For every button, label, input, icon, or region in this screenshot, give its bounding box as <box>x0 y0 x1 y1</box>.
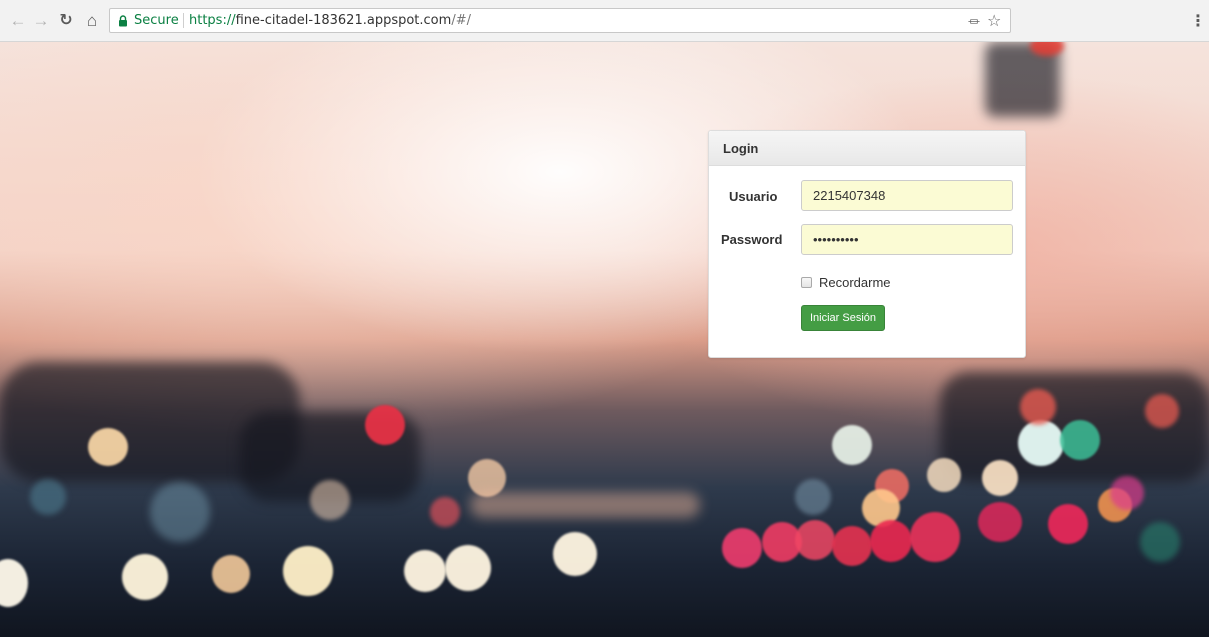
back-arrow-icon[interactable]: ← <box>8 11 28 31</box>
bokeh-light <box>212 555 250 593</box>
bokeh-light <box>870 520 912 562</box>
bokeh-light <box>310 480 350 520</box>
remember-me-label[interactable]: Recordarme <box>819 275 891 290</box>
bokeh-light <box>927 458 961 492</box>
bokeh-light <box>832 526 872 566</box>
bokeh-light <box>445 545 491 591</box>
username-label: Usuario <box>729 189 778 204</box>
bokeh-light <box>122 554 168 600</box>
bokeh-light <box>1020 389 1056 425</box>
address-separator <box>183 13 184 28</box>
url-text[interactable]: https://fine-citadel-183621.appspot.com/… <box>189 13 471 28</box>
bokeh-light <box>722 528 762 568</box>
username-input[interactable] <box>801 180 1013 211</box>
remember-me-checkbox[interactable] <box>801 277 812 288</box>
login-button[interactable]: Iniciar Sesión <box>801 305 885 331</box>
bokeh-light <box>404 550 446 592</box>
reload-icon[interactable]: ↻ <box>56 11 76 31</box>
lock-icon <box>119 15 127 27</box>
bokeh-light <box>832 425 872 465</box>
bokeh-light <box>1048 504 1088 544</box>
url-scheme: https:// <box>189 13 236 28</box>
address-bar[interactable]: Secure https://fine-citadel-183621.appsp… <box>109 8 1011 33</box>
password-input[interactable] <box>801 224 1013 255</box>
bokeh-light <box>30 479 66 515</box>
bokeh-light <box>795 479 831 515</box>
page-background <box>0 42 1209 637</box>
bokeh-light <box>795 520 835 560</box>
url-host: fine-citadel-183621.appspot.com <box>235 13 452 28</box>
more-menu-icon[interactable]: ⋮ <box>1190 11 1206 31</box>
bokeh-light <box>1060 420 1100 460</box>
browser-toolbar: ← → ↻ ⌂ Secure https://fine-citadel-1836… <box>0 0 1209 42</box>
bokeh-light <box>150 482 210 542</box>
star-icon[interactable]: ☆ <box>987 11 1001 31</box>
bokeh-light <box>283 546 333 596</box>
bokeh-light <box>982 460 1018 496</box>
bokeh-light <box>1018 420 1064 466</box>
bokeh-light <box>88 428 128 466</box>
url-path: /#/ <box>451 13 471 28</box>
login-panel-heading: Login <box>709 131 1025 166</box>
bokeh-light <box>365 405 405 445</box>
bokeh-light <box>470 492 700 518</box>
bokeh-light <box>553 532 597 576</box>
bokeh-light <box>978 502 1022 542</box>
bokeh-light <box>1145 394 1179 428</box>
bokeh-light <box>430 497 460 527</box>
bokeh-light <box>910 512 960 562</box>
bokeh-light <box>1110 476 1144 510</box>
bokeh-light <box>0 559 28 607</box>
key-icon[interactable]: ⏛ <box>968 13 980 30</box>
bokeh-light <box>1140 522 1180 562</box>
secure-label: Secure <box>134 13 179 28</box>
password-label: Password <box>721 232 783 247</box>
home-icon[interactable]: ⌂ <box>82 11 102 31</box>
forward-arrow-icon[interactable]: → <box>31 11 51 31</box>
login-panel: Login Usuario Password Recordarme Inicia… <box>708 130 1026 358</box>
